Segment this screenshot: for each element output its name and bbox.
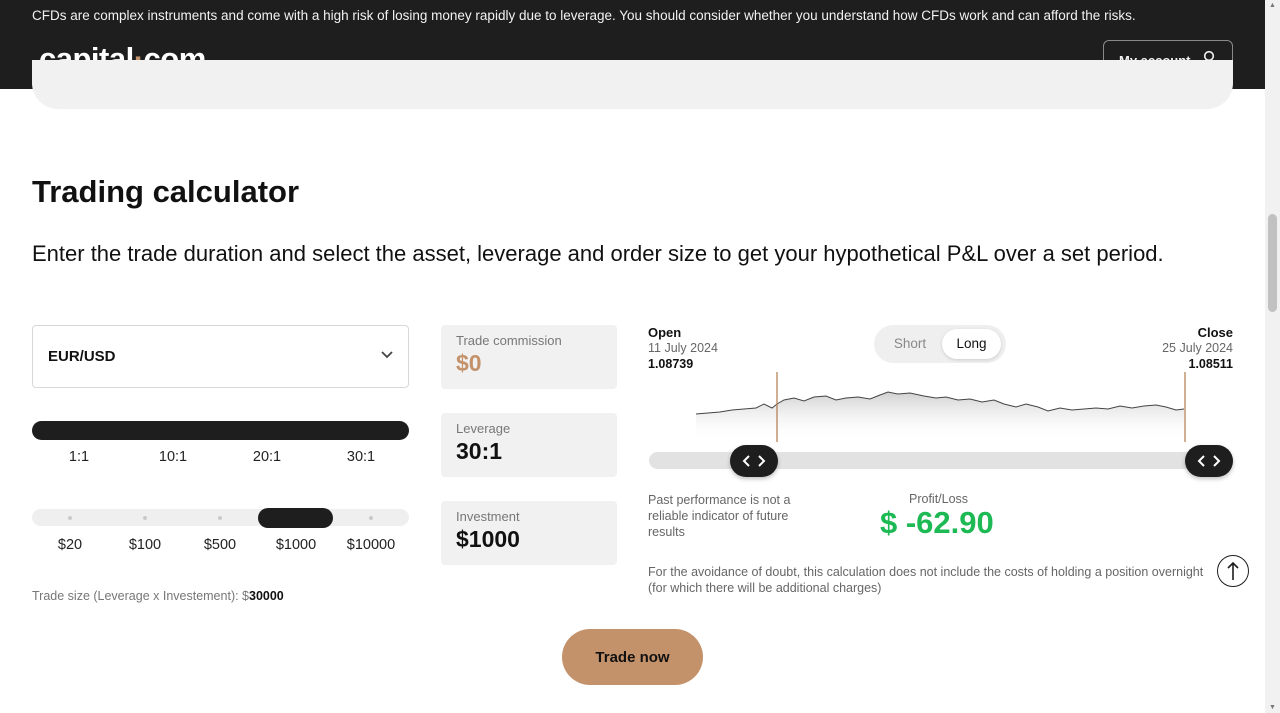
leverage-slider[interactable] bbox=[32, 421, 409, 440]
profit-loss-label: Profit/Loss bbox=[909, 492, 969, 506]
investment-option-500[interactable]: $500 bbox=[185, 537, 255, 553]
page-scrollbar[interactable]: ▲ ▼ bbox=[1265, 0, 1280, 713]
investment-option-10000[interactable]: $10000 bbox=[336, 537, 406, 553]
leverage-option-20-1[interactable]: 20:1 bbox=[242, 449, 292, 465]
price-sparkline bbox=[695, 372, 1186, 442]
investment-option-1000[interactable]: $1000 bbox=[261, 537, 331, 553]
intro-text: Enter the trade duration and select the … bbox=[32, 241, 1164, 266]
investment-step-dot bbox=[218, 516, 222, 520]
trade-size-label: Trade size (Leverage x Investement): $ bbox=[32, 589, 249, 603]
long-option[interactable]: Long bbox=[942, 329, 1001, 359]
investment-option-100[interactable]: $100 bbox=[110, 537, 180, 553]
asset-select[interactable]: EUR/USD bbox=[32, 325, 409, 388]
investment-step-dot bbox=[68, 516, 72, 520]
past-performance-disclaimer: Past performance is not a reliable indic… bbox=[648, 493, 791, 539]
investment-box-label: Investment bbox=[456, 509, 520, 524]
leverage-option-10-1[interactable]: 10:1 bbox=[148, 449, 198, 465]
left-right-arrows-icon bbox=[1197, 455, 1221, 467]
arrow-up-icon bbox=[1227, 561, 1239, 580]
scroll-down-arrow-icon[interactable]: ▼ bbox=[1269, 704, 1276, 711]
chevron-down-icon bbox=[381, 351, 393, 359]
previous-section-card bbox=[32, 60, 1233, 109]
close-label: Close bbox=[1197, 325, 1233, 340]
left-right-arrows-icon bbox=[742, 455, 766, 467]
trade-size-value: 30000 bbox=[249, 589, 284, 603]
close-date-handle[interactable] bbox=[1185, 445, 1233, 477]
investment-option-20[interactable]: $20 bbox=[35, 537, 105, 553]
leverage-box-value: 30:1 bbox=[456, 438, 503, 464]
close-date: 25 July 2024 bbox=[1162, 341, 1233, 355]
back-to-top-button[interactable] bbox=[1217, 555, 1249, 587]
open-label: Open bbox=[648, 325, 682, 340]
investment-box: Investment $1000 bbox=[441, 501, 617, 565]
commission-box: Trade commission $0 bbox=[441, 325, 617, 389]
commission-value: $0 bbox=[456, 350, 482, 376]
direction-toggle[interactable]: Short Long bbox=[874, 325, 1006, 363]
open-date: 11 July 2024 bbox=[648, 341, 718, 355]
leverage-box: Leverage 30:1 bbox=[441, 413, 617, 477]
leverage-option-1-1[interactable]: 1:1 bbox=[54, 449, 104, 465]
scroll-up-arrow-icon[interactable]: ▲ bbox=[1269, 2, 1276, 9]
leverage-option-30-1[interactable]: 30:1 bbox=[336, 449, 386, 465]
commission-label: Trade commission bbox=[456, 333, 562, 348]
trade-size-text: Trade size (Leverage x Investement): $30… bbox=[32, 589, 284, 603]
investment-step-dot bbox=[369, 516, 373, 520]
risk-warning: CFDs are complex instruments and come wi… bbox=[32, 8, 1136, 23]
sparkline-area bbox=[696, 392, 1185, 442]
open-date-handle[interactable] bbox=[730, 445, 778, 477]
page-title: Trading calculator bbox=[32, 174, 300, 209]
trade-now-button[interactable]: Trade now bbox=[562, 629, 703, 685]
close-price: 1.08511 bbox=[1188, 357, 1234, 371]
asset-selected-value: EUR/USD bbox=[48, 348, 116, 365]
open-price: 1.08739 bbox=[648, 357, 694, 371]
investment-slider-thumb[interactable] bbox=[258, 508, 333, 528]
overnight-costs-footnote: For the avoidance of doubt, this calcula… bbox=[648, 565, 1204, 595]
scrollbar-thumb[interactable] bbox=[1268, 214, 1277, 312]
investment-step-dot bbox=[143, 516, 147, 520]
investment-box-value: $1000 bbox=[456, 526, 520, 552]
profit-loss-value: $ -62.90 bbox=[880, 505, 994, 540]
leverage-box-label: Leverage bbox=[456, 421, 511, 436]
short-option[interactable]: Short bbox=[882, 329, 938, 359]
